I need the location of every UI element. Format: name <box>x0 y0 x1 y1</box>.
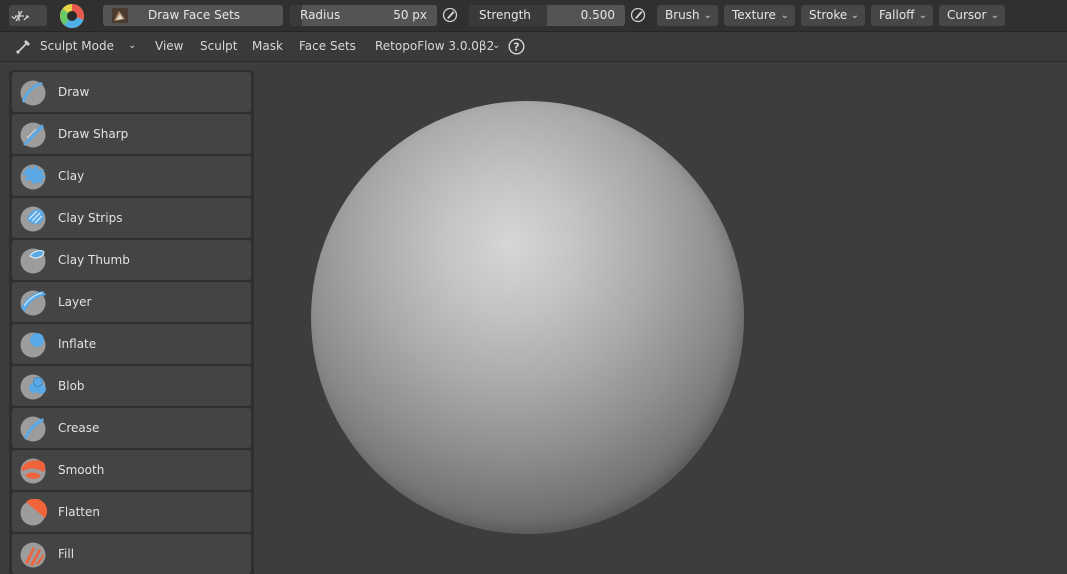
tool-clay-strips[interactable]: Clay Strips <box>12 198 251 238</box>
menu-view[interactable]: View <box>155 32 183 61</box>
radius-label: Radius <box>300 8 341 22</box>
chevron-down-icon: ⌄ <box>918 10 927 21</box>
chevron-down-icon: ⌄ <box>990 10 999 21</box>
grid-axes-icon <box>15 10 29 22</box>
tool-label: Clay Thumb <box>58 253 130 267</box>
flatten-brush-icon <box>20 499 47 526</box>
tool-blob[interactable]: Blob <box>12 366 251 406</box>
chevron-down-icon: ⌄ <box>492 40 501 51</box>
blob-brush-icon <box>20 374 46 400</box>
stroke-menu[interactable]: Stroke ⌄ <box>801 5 865 26</box>
sculpt-sphere[interactable] <box>311 101 744 534</box>
inflate-brush-icon <box>20 332 46 358</box>
brush-selector[interactable]: Draw Face Sets <box>103 5 283 26</box>
texture-menu[interactable]: Texture ⌄ <box>724 5 795 26</box>
tool-draw[interactable]: Draw <box>12 72 251 112</box>
tool-clay[interactable]: Clay <box>12 156 251 196</box>
tool-label: Clay <box>58 169 85 183</box>
editor-type-dropdown[interactable]: ⌄ <box>9 5 47 26</box>
fill-brush-icon <box>20 542 46 568</box>
layer-brush-icon <box>20 290 46 316</box>
smooth-brush-icon <box>20 458 46 484</box>
chevron-down-icon: ⌄ <box>780 10 789 21</box>
menu-mask[interactable]: Mask <box>252 32 283 61</box>
retopoflow-menu[interactable]: RetopoFlow 3.0.0β2 ⌄ <box>375 32 503 61</box>
clay-brush-icon <box>20 164 46 190</box>
mode-label: Sculpt Mode <box>40 39 114 53</box>
tool-label: Smooth <box>58 463 105 477</box>
tool-label: Blob <box>58 379 85 393</box>
tool-draw-sharp[interactable]: Draw Sharp <box>12 114 251 154</box>
tool-label: Clay Strips <box>58 211 123 225</box>
tool-inflate[interactable]: Inflate <box>12 324 251 364</box>
tool-smooth[interactable]: Smooth <box>12 450 251 490</box>
falloff-menu[interactable]: Falloff ⌄ <box>871 5 933 26</box>
menu-bar: Sculpt Mode ⌄ View Sculpt Mask Face Sets… <box>0 32 1067 62</box>
tool-label: Draw <box>58 85 90 99</box>
tool-label: Layer <box>58 295 92 309</box>
tool-header: ⌄ Draw Face Sets Radius 50 px Strength 0… <box>0 0 1067 32</box>
strength-pressure-icon[interactable] <box>630 7 646 23</box>
tool-label: Draw Sharp <box>58 127 129 141</box>
clay-thumb-brush-icon <box>20 248 46 274</box>
sculpt-mode-icon <box>16 40 30 54</box>
retopoflow-label: RetopoFlow 3.0.0β2 <box>375 39 495 53</box>
chevron-down-icon: ⌄ <box>128 40 137 51</box>
tool-label: Flatten <box>58 505 100 519</box>
draw-brush-icon <box>20 80 46 106</box>
chevron-down-icon: ⌄ <box>703 10 712 21</box>
tool-layer[interactable]: Layer <box>12 282 251 322</box>
radius-pressure-icon[interactable] <box>442 7 458 23</box>
chevron-down-icon: ⌄ <box>850 10 859 21</box>
crease-brush-icon <box>20 416 46 442</box>
sculpt-mode-brush-icon[interactable] <box>59 3 85 29</box>
brush-name: Draw Face Sets <box>148 8 241 22</box>
svg-text:?: ? <box>513 41 519 54</box>
help-icon[interactable]: ? <box>508 38 525 55</box>
tool-fill[interactable]: Fill <box>12 534 251 574</box>
cursor-menu[interactable]: Cursor ⌄ <box>939 5 1005 26</box>
draw-sharp-brush-icon <box>20 122 46 148</box>
clay-strips-brush-icon <box>20 206 46 232</box>
strength-value: 0.500 <box>580 8 615 22</box>
tool-flatten[interactable]: Flatten <box>12 492 251 532</box>
menu-face-sets[interactable]: Face Sets <box>299 32 356 61</box>
tool-shelf: Draw Draw Sharp Clay Clay Strips Clay Th… <box>9 70 254 574</box>
tool-crease[interactable]: Crease <box>12 408 251 448</box>
radius-slider[interactable]: Radius 50 px <box>290 5 437 26</box>
radius-value: 50 px <box>393 8 427 22</box>
tool-label: Inflate <box>58 337 97 351</box>
mode-selector[interactable]: Sculpt Mode ⌄ <box>40 32 140 61</box>
menu-sculpt[interactable]: Sculpt <box>200 32 237 61</box>
brush-menu[interactable]: Brush ⌄ <box>657 5 718 26</box>
strength-label: Strength <box>479 8 531 22</box>
tool-label: Fill <box>58 547 75 561</box>
tool-label: Crease <box>58 421 100 435</box>
brush-thumbnail-icon <box>112 8 128 23</box>
strength-slider[interactable]: Strength 0.500 <box>469 5 625 26</box>
tool-clay-thumb[interactable]: Clay Thumb <box>12 240 251 280</box>
